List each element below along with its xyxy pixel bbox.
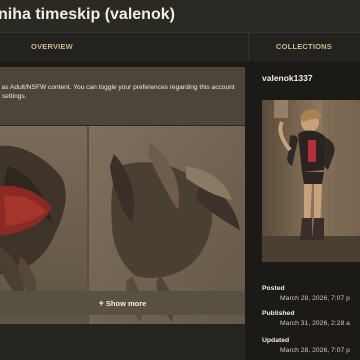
- nsfw-notice-text: d as Adult/NSFW content. You can toggle …: [0, 84, 235, 100]
- posted-label: Posted: [262, 285, 285, 292]
- posted-date: March 28, 2026, 7:07 p: [280, 295, 350, 302]
- comments-panel: [0, 324, 245, 360]
- show-more-label: Show more: [105, 299, 147, 308]
- page-title: niha timeskip (valenok): [0, 6, 175, 23]
- updated-label: Updated: [262, 337, 290, 344]
- character-render-image: [262, 100, 360, 262]
- main-content: d as Adult/NSFW content. You can toggle …: [0, 67, 245, 324]
- published-date: March 31, 2026, 2:28 a: [280, 320, 350, 327]
- published-label: Published: [262, 310, 295, 317]
- tab-collections[interactable]: COLLECTIONS: [248, 33, 360, 61]
- nsfw-notice: d as Adult/NSFW content. You can toggle …: [0, 67, 245, 125]
- updated-date: March 28, 2026, 7:07 p: [280, 347, 350, 354]
- tab-bar: OVERVIEW COLLECTIONS: [0, 32, 360, 61]
- show-more-button[interactable]: + Show more: [0, 291, 245, 315]
- model-thumbnail[interactable]: [262, 100, 360, 262]
- title-bar: niha timeskip (valenok): [0, 0, 360, 32]
- uploader-name[interactable]: valenok1337: [262, 73, 313, 83]
- plus-icon: +: [98, 298, 104, 308]
- tab-overview[interactable]: OVERVIEW: [0, 33, 104, 61]
